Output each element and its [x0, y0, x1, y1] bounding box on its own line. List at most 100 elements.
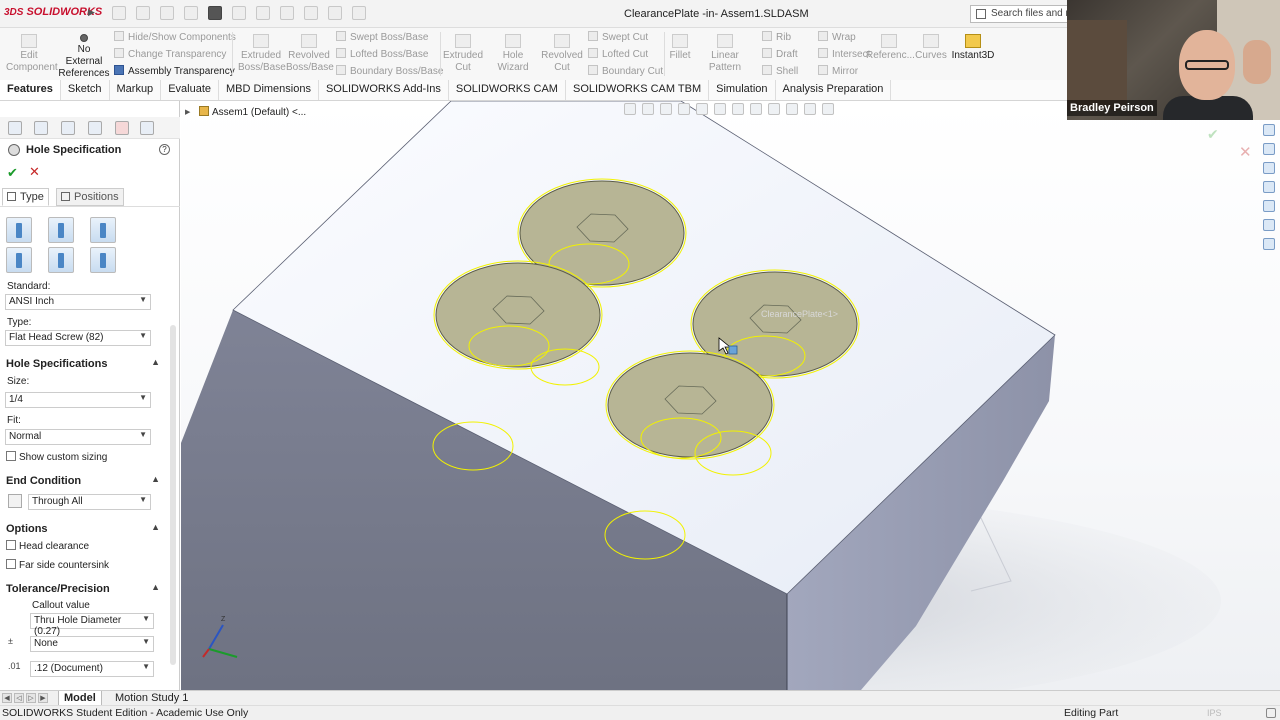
view-palette-icon[interactable] [1263, 200, 1275, 212]
undo-icon[interactable] [232, 6, 246, 20]
ok-check-icon[interactable]: ✔ [7, 165, 18, 181]
tab-positions[interactable]: Positions [56, 188, 124, 206]
tab-evaluate[interactable]: Evaluate [161, 80, 219, 100]
reference-geometry-button[interactable]: Referenc... [866, 34, 915, 62]
options-header[interactable]: Options ▲ [0, 521, 168, 539]
assembly-transparency-button[interactable]: Assembly Transparency [114, 65, 235, 78]
prev-tab-icon[interactable]: ◁ [14, 693, 24, 703]
wrap-button[interactable]: Wrap [818, 31, 856, 44]
file-properties-icon[interactable] [328, 6, 342, 20]
shell-button[interactable]: Shell [762, 65, 798, 78]
print-icon[interactable] [208, 6, 222, 20]
cancel-x-icon[interactable]: ✕ [29, 164, 40, 180]
extruded-boss-button[interactable]: Extruded Boss/Base [238, 34, 286, 74]
home-icon[interactable] [1263, 143, 1275, 155]
unit-precision-select[interactable]: .12 (Document) ▼ [30, 661, 154, 677]
boundary-cut-button[interactable]: Boundary Cut [588, 65, 663, 78]
section-view-icon[interactable] [678, 103, 690, 115]
tab-simulation[interactable]: Simulation [709, 80, 776, 100]
hide-show-items-icon[interactable] [750, 103, 762, 115]
home-icon[interactable] [112, 6, 126, 20]
search-input[interactable]: Search files and models [970, 5, 1070, 23]
confirmation-corner-cancel-icon[interactable]: ✕ [1239, 143, 1252, 161]
previous-view-icon[interactable] [660, 103, 672, 115]
options-gear-icon[interactable] [352, 6, 366, 20]
next-tab-icon[interactable]: ▷ [26, 693, 36, 703]
head-clearance-checkbox[interactable]: Head clearance [6, 540, 89, 552]
swept-boss-button[interactable]: Swept Boss/Base [336, 31, 428, 44]
extruded-cut-button[interactable]: Extruded Cut [442, 34, 484, 74]
legacy-hole-type-button[interactable] [90, 247, 116, 273]
callout-value-select[interactable]: Thru Hole Diameter (0.27) ▼ [30, 613, 154, 637]
end-condition-select[interactable]: Through All ▼ [28, 494, 151, 510]
show-custom-sizing-checkbox[interactable]: Show custom sizing [6, 451, 107, 463]
hide-show-components-button[interactable]: Hide/Show Components [114, 31, 236, 44]
tab-mbd-dimensions[interactable]: MBD Dimensions [219, 80, 319, 100]
rebuild-icon[interactable] [304, 6, 318, 20]
zoom-to-fit-icon[interactable] [624, 103, 636, 115]
property-manager-icon[interactable] [34, 121, 48, 135]
cam-manager-icon[interactable] [140, 121, 154, 135]
first-tab-icon[interactable]: ◀ [2, 693, 12, 703]
feature-manager-icon[interactable] [8, 121, 22, 135]
lofted-boss-button[interactable]: Lofted Boss/Base [336, 48, 428, 61]
new-document-icon[interactable] [136, 6, 150, 20]
design-library-icon[interactable] [1263, 162, 1275, 174]
last-tab-icon[interactable]: ▶ [38, 693, 48, 703]
panel-scrollbar[interactable] [170, 325, 176, 665]
far-side-countersink-checkbox[interactable]: Far side countersink [6, 559, 109, 571]
redo-icon[interactable] [256, 6, 270, 20]
revolved-boss-button[interactable]: Revolved Boss/Base [286, 34, 334, 74]
tab-solidworks-add-ins[interactable]: SOLIDWORKS Add-Ins [319, 80, 449, 100]
flyout-feature-tree[interactable]: Assem1 (Default) <... [199, 106, 306, 118]
lofted-cut-button[interactable]: Lofted Cut [588, 48, 648, 61]
edit-component-button[interactable]: Edit Component [6, 34, 58, 74]
counterbore-hole-type-button[interactable] [6, 217, 32, 243]
countersink-hole-type-button[interactable] [48, 217, 74, 243]
display-manager-icon[interactable] [115, 121, 129, 135]
intersect-button[interactable]: Intersect [818, 48, 870, 61]
boundary-boss-button[interactable]: Boundary Boss/Base [336, 65, 443, 78]
tolerance-precision-header[interactable]: Tolerance/Precision ▲ [0, 581, 168, 599]
graphics-viewport[interactable]: Z ▶ Assem1 (Default) <... ClearancePlate… [181, 101, 1280, 690]
tab-features[interactable]: Features [0, 80, 61, 100]
swept-cut-button[interactable]: Swept Cut [588, 31, 648, 44]
display-style-icon[interactable] [732, 103, 744, 115]
solidworks-resources-icon[interactable] [1263, 124, 1275, 136]
no-external-references-button[interactable]: No External References [58, 34, 110, 80]
revolved-cut-button[interactable]: Revolved Cut [540, 34, 584, 74]
view-orientation-icon[interactable] [714, 103, 726, 115]
end-condition-header[interactable]: End Condition ▲ [0, 473, 168, 491]
dimxpert-manager-icon[interactable] [88, 121, 102, 135]
monitor-icon[interactable] [822, 103, 834, 115]
confirmation-corner-ok-icon[interactable]: ✔ [1207, 126, 1219, 143]
tapered-tap-hole-type-button[interactable] [48, 247, 74, 273]
tolerance-type-select[interactable]: None ▼ [30, 636, 154, 652]
expand-tree-icon[interactable]: ▶ [185, 108, 190, 116]
tab-sketch[interactable]: Sketch [61, 80, 110, 100]
open-icon[interactable] [160, 6, 174, 20]
menu-flyout-icon[interactable]: ▶ [88, 7, 95, 18]
zoom-to-area-icon[interactable] [642, 103, 654, 115]
hole-type-button[interactable] [90, 217, 116, 243]
mirror-button[interactable]: Mirror [818, 65, 858, 78]
tab-solidworks-cam[interactable]: SOLIDWORKS CAM [449, 80, 566, 100]
edit-appearance-icon[interactable] [768, 103, 780, 115]
tab-markup[interactable]: Markup [110, 80, 162, 100]
tab-analysis-preparation[interactable]: Analysis Preparation [776, 80, 892, 100]
file-explorer-icon[interactable] [1263, 181, 1275, 193]
view-settings-icon[interactable] [804, 103, 816, 115]
dynamic-annotation-icon[interactable] [696, 103, 708, 115]
quick-tips-icon[interactable] [1266, 708, 1276, 718]
change-transparency-button[interactable]: Change Transparency [114, 48, 226, 61]
unit-system[interactable]: IPS [1207, 708, 1222, 718]
linear-pattern-button[interactable]: Linear Pattern [696, 34, 754, 74]
straight-tap-hole-type-button[interactable] [6, 247, 32, 273]
hole-specifications-header[interactable]: Hole Specifications ▲ [0, 356, 168, 374]
configuration-manager-icon[interactable] [61, 121, 75, 135]
save-icon[interactable] [184, 6, 198, 20]
custom-properties-icon[interactable] [1263, 238, 1275, 250]
curves-button[interactable]: Curves [914, 34, 948, 62]
size-select[interactable]: 1/4 ▼ [5, 392, 151, 408]
instant3d-button[interactable]: Instant3D [950, 34, 996, 62]
